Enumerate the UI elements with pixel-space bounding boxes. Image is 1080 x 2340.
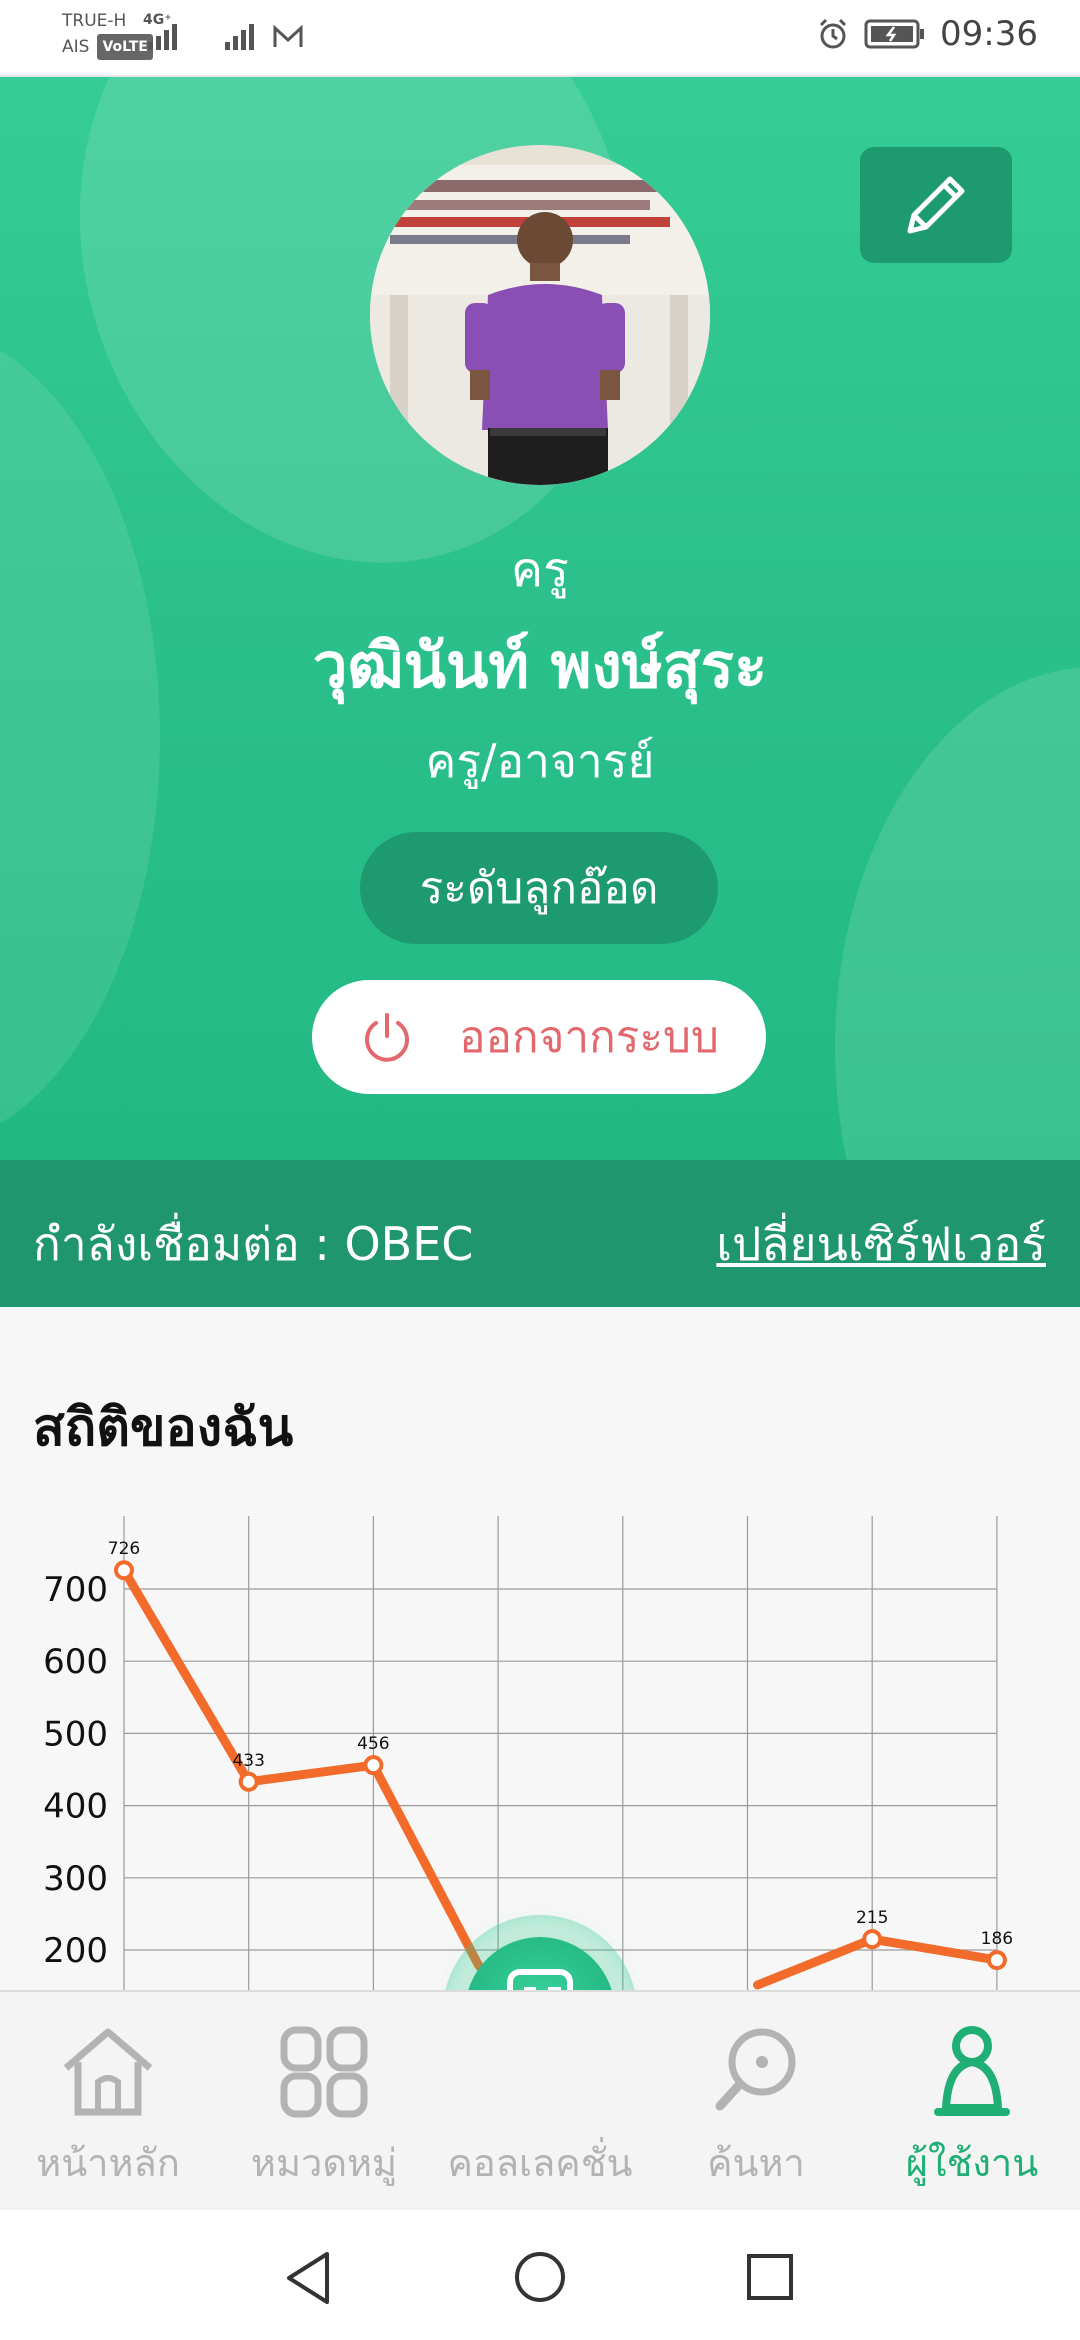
- pencil-icon: [907, 176, 965, 234]
- nav-label-search: ค้นหา: [707, 2141, 805, 2185]
- data-label: 215: [856, 1908, 888, 1928]
- bottom-nav: หน้าหลัก หมวดหมู่ คอลเลคชั่น ค้นหา ผู้ใช…: [0, 1990, 1080, 2212]
- user-position: ครู/อาจารย์: [425, 734, 655, 788]
- battery-icon: [864, 19, 925, 49]
- server-status: กำลังเชื่อมต่อ : OBEC: [33, 1217, 474, 1271]
- chart-data-labels: 726 433 456 215 186: [108, 1539, 1013, 1949]
- data-point: [363, 1755, 384, 1776]
- nav-item-home[interactable]: หน้าหลัก: [0, 1992, 216, 2212]
- nav-label-home: หน้าหลัก: [36, 2141, 180, 2185]
- level-badge: ระดับลูกอ๊อด: [360, 832, 718, 944]
- mail-icon: [273, 24, 303, 47]
- nav-item-collection[interactable]: คอลเลคชั่น: [432, 1992, 648, 2212]
- y-tick-label: 700: [43, 1570, 108, 1610]
- profile-header: ครู วุฒินันท์ พงษ์สุระ ครู/อาจารย์ ระดับ…: [0, 77, 1080, 1307]
- data-point: [238, 1771, 259, 1792]
- system-nav-bar: [0, 2210, 1080, 2340]
- signal-2-icon: [225, 14, 254, 50]
- edit-profile-button[interactable]: [860, 147, 1012, 263]
- logout-button[interactable]: ออกจากระบบ: [312, 980, 766, 1094]
- power-icon: [365, 1013, 410, 1062]
- data-label: 433: [232, 1751, 264, 1771]
- data-label: 456: [357, 1734, 389, 1754]
- volte-badge: VoLTE: [97, 34, 153, 60]
- change-server-link[interactable]: เปลี่ยนเซิร์ฟเวอร์: [716, 1208, 1046, 1281]
- home-icon: [63, 2028, 153, 2116]
- data-point: [114, 1560, 134, 1581]
- data-label: 726: [108, 1539, 140, 1559]
- nav-item-search[interactable]: ค้นหา: [648, 1992, 864, 2212]
- user-icon: [934, 2026, 1010, 2116]
- y-tick-label: 300: [43, 1859, 108, 1899]
- avatar[interactable]: [370, 145, 710, 485]
- y-tick-label: 600: [43, 1642, 108, 1682]
- data-point: [986, 1950, 1007, 1971]
- status-bar: TRUE-H AIS VoLTE 4G⁺ 09:36: [0, 0, 1080, 77]
- server-bar: กำลังเชื่อมต่อ : OBEC เปลี่ยนเซิร์ฟเวอร์: [0, 1160, 1080, 1307]
- carrier-info: TRUE-H AIS VoLTE: [62, 8, 153, 60]
- home-button-icon[interactable]: [513, 2250, 567, 2304]
- stats-title: สถิติของฉัน: [33, 1398, 294, 1458]
- nav-label-category: หมวดหมู่: [250, 2141, 398, 2185]
- y-tick-label: 500: [43, 1714, 108, 1754]
- back-icon[interactable]: [283, 2250, 333, 2306]
- data-label: 186: [981, 1929, 1013, 1949]
- nav-label-user: ผู้ใช้งาน: [905, 2141, 1039, 2185]
- category-icon: [280, 2026, 368, 2118]
- user-role: ครู: [511, 542, 569, 598]
- y-tick-label: 400: [43, 1787, 108, 1827]
- nav-label-collection: คอลเลคชั่น: [447, 2141, 633, 2185]
- network-type: 4G⁺: [143, 12, 172, 28]
- carrier-2: AIS: [62, 37, 90, 57]
- nav-item-user[interactable]: ผู้ใช้งาน: [864, 1992, 1080, 2212]
- logout-label: ออกจากระบบ: [459, 1012, 719, 1063]
- alarm-icon: [819, 18, 847, 49]
- user-name: วุฒินันท์ พงษ์สุระ: [312, 629, 768, 702]
- search-icon: [715, 2028, 796, 2111]
- recents-icon[interactable]: [745, 2252, 795, 2302]
- carrier-1: TRUE-H: [62, 11, 127, 31]
- clock: 09:36: [940, 14, 1038, 54]
- y-tick-label: 200: [43, 1931, 108, 1971]
- nav-item-category[interactable]: หมวดหมู่: [216, 1992, 432, 2212]
- chart-y-ticks: 700 600 500 400 300 200: [43, 1570, 108, 1971]
- avatar-photo: [370, 145, 710, 485]
- data-point: [862, 1929, 883, 1950]
